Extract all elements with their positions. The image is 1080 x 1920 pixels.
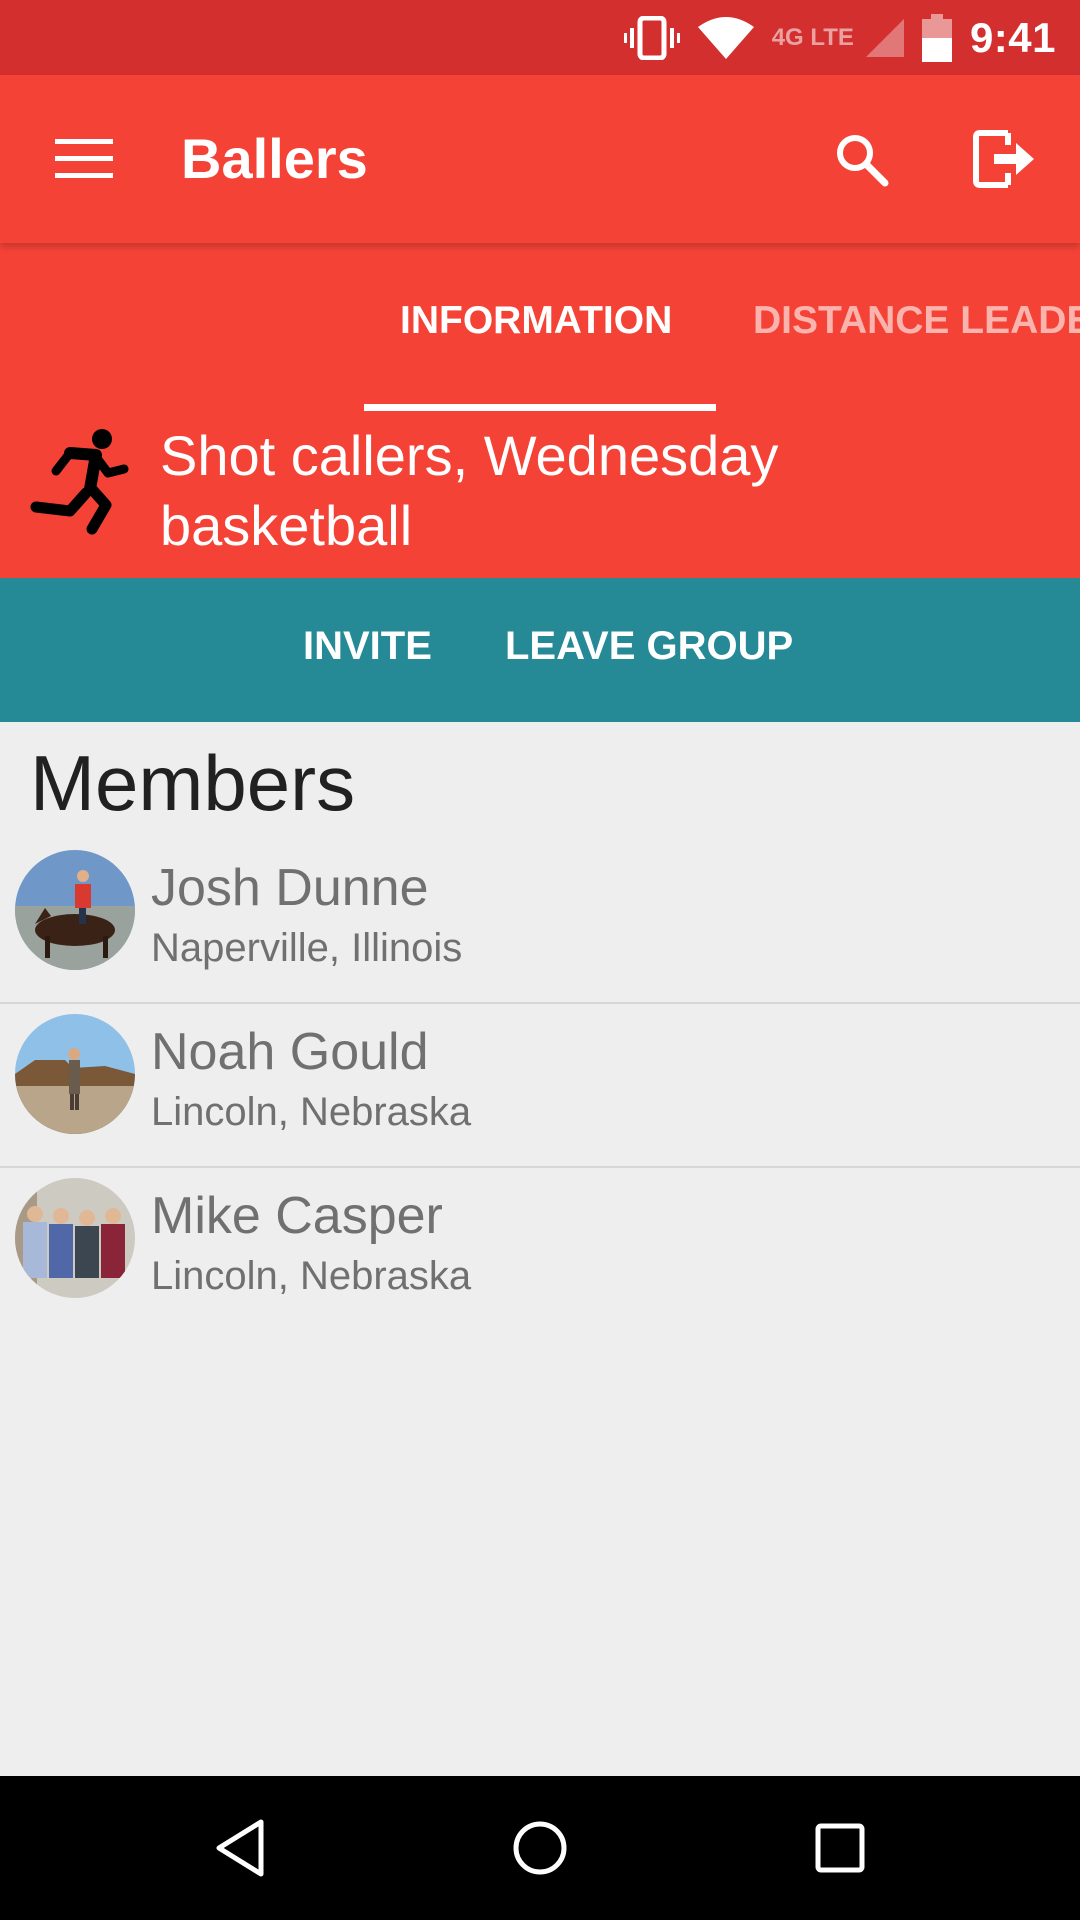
search-icon xyxy=(837,135,889,187)
member-location: Lincoln, Nebraska xyxy=(151,1254,472,1298)
action-bar: INVITE LEAVE GROUP xyxy=(0,578,1080,722)
wifi-icon xyxy=(697,16,754,59)
avatar xyxy=(15,1178,135,1298)
tab-distance-leaderboard[interactable]: DISTANCE LEADERBOARD xyxy=(753,299,1080,343)
tab-indicator xyxy=(364,404,716,411)
cell-signal-icon xyxy=(865,18,904,57)
back-icon xyxy=(216,1819,264,1877)
member-list: Josh Dunne Naperville, Illinois Noah Gou… xyxy=(0,840,1080,1330)
leave-group-button[interactable]: LEAVE GROUP xyxy=(505,624,793,669)
status-icons: 4G LTE 9:41 xyxy=(623,0,1056,75)
member-row[interactable]: Josh Dunne Naperville, Illinois xyxy=(0,840,1080,1004)
app-bar: Ballers xyxy=(0,75,1080,243)
battery-icon xyxy=(921,13,952,62)
status-time: 9:41 xyxy=(969,13,1056,61)
status-bar: 4G LTE 9:41 xyxy=(0,0,1080,75)
home-button[interactable] xyxy=(500,1808,580,1888)
recents-icon xyxy=(815,1823,865,1873)
back-button[interactable] xyxy=(200,1808,280,1888)
exit-icon xyxy=(973,130,1034,188)
recents-button[interactable] xyxy=(800,1808,880,1888)
member-name: Noah Gould xyxy=(151,1023,429,1081)
network-type-label: 4G LTE xyxy=(771,23,854,51)
invite-button[interactable]: INVITE xyxy=(303,624,432,669)
hamburger-menu-icon xyxy=(55,139,113,178)
avatar xyxy=(15,1014,135,1134)
navigation-bar xyxy=(0,1776,1080,1920)
vibrate-icon xyxy=(623,15,680,60)
group-name: Shot callers, Wednesday basketball xyxy=(160,424,779,557)
members-title: Members xyxy=(30,739,356,827)
tab-information[interactable]: INFORMATION xyxy=(400,299,672,343)
member-name: Josh Dunne xyxy=(151,859,429,917)
member-row[interactable]: Mike Casper Lincoln, Nebraska xyxy=(0,1168,1080,1330)
group-header: Shot callers, Wednesday basketball xyxy=(0,411,1080,578)
avatar xyxy=(15,850,135,970)
member-row[interactable]: Noah Gould Lincoln, Nebraska xyxy=(0,1004,1080,1168)
menu-button[interactable] xyxy=(50,125,118,193)
runner-icon xyxy=(30,429,129,535)
app-title: Ballers xyxy=(181,127,368,190)
tab-strip: INFORMATION DISTANCE LEADERBOARD xyxy=(0,243,1080,411)
search-button[interactable] xyxy=(827,125,895,193)
member-name: Mike Casper xyxy=(151,1187,443,1245)
exit-button[interactable] xyxy=(968,123,1040,195)
member-location: Lincoln, Nebraska xyxy=(151,1090,472,1134)
home-icon xyxy=(513,1821,567,1875)
member-location: Naperville, Illinois xyxy=(151,926,463,970)
